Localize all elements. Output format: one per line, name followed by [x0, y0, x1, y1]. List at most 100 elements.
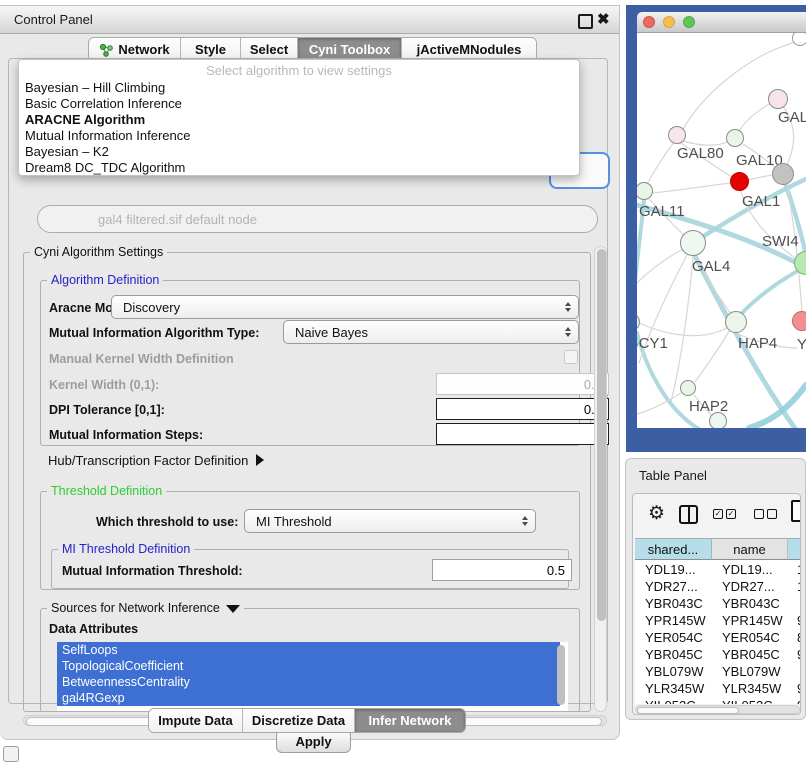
kernel-width-field[interactable] — [436, 373, 609, 395]
apply-label: Apply — [295, 734, 331, 749]
tab-label: Cyni Toolbox — [309, 42, 390, 57]
table-row[interactable]: YBL079WYBL079W — [637, 663, 801, 680]
dropdown-placeholder: Select algorithm to view settings — [19, 63, 579, 78]
sources-group: Sources for Network Inference Data Attri… — [40, 608, 580, 712]
node-label: HAP4 — [738, 335, 777, 352]
tab-label: Network — [118, 42, 169, 57]
expanded-arrow-icon — [226, 605, 240, 613]
dropdown-item[interactable]: Bayesian – K2 — [25, 144, 109, 160]
node-label: Y — [797, 336, 806, 353]
tab-discretize-data[interactable]: Discretize Data — [243, 709, 355, 732]
manual-kernel-checkbox[interactable] — [564, 350, 578, 364]
list-item[interactable]: TopologicalCoefficient — [57, 658, 560, 674]
network-node[interactable] — [792, 33, 806, 46]
hub-definition-label: Hub/Transcription Factor Definition — [48, 453, 248, 468]
column-header-shared[interactable]: shared... — [635, 538, 712, 560]
network-node[interactable] — [772, 163, 794, 185]
table-row[interactable]: YPR145WYPR145W9. — [637, 612, 801, 629]
float-window-icon[interactable] — [578, 14, 593, 29]
dropdown-item[interactable]: Mutual Information Inference — [25, 128, 190, 144]
tab-impute-data[interactable]: Impute Data — [149, 709, 243, 732]
network-node[interactable] — [792, 311, 806, 331]
dropdown-item[interactable]: Dream8 DC_TDC Algorithm — [25, 160, 185, 176]
split-columns-icon[interactable] — [679, 505, 698, 524]
close-traffic-light-icon[interactable] — [643, 16, 655, 28]
network-node[interactable] — [709, 412, 727, 428]
network-node[interactable] — [680, 230, 706, 256]
floating-panel-icon[interactable] — [3, 746, 19, 762]
mi-threshold-field[interactable] — [432, 559, 572, 581]
stepper-arrows-icon — [522, 516, 528, 526]
column-header-name[interactable]: name — [712, 538, 788, 560]
mi-steps-label: Mutual Information Steps: — [49, 428, 203, 442]
dropdown-item[interactable]: Basic Correlation Inference — [25, 96, 182, 112]
control-panel-titlebar: Control Panel ✖ — [0, 6, 619, 34]
network-canvas[interactable]: GALGAL80GAL10GAL1GAL11GAL4SWI4GCY1HAP4YH… — [637, 33, 806, 428]
list-item[interactable]: BetweennessCentrality — [57, 674, 560, 690]
list-item[interactable]: gal4RGexp — [57, 690, 560, 706]
group-title: MI Threshold Definition — [58, 542, 194, 556]
collapsed-arrow-icon — [256, 454, 264, 466]
cyni-algorithm-settings-group: Cyni Algorithm Settings Algorithm Defini… — [23, 252, 591, 712]
panel-title: Table Panel — [639, 468, 707, 483]
list-item[interactable]: SelfLoops — [57, 642, 560, 658]
minimize-traffic-light-icon[interactable] — [663, 16, 675, 28]
close-icon[interactable]: ✖ — [597, 10, 610, 28]
table-data-combo[interactable]: gal4 filtered.sif default node — [37, 205, 598, 233]
table-row[interactable]: YIL052CYIL052C9. — [637, 697, 801, 704]
combo-value: Discovery — [123, 300, 180, 315]
scrollbar-thumb[interactable] — [597, 249, 606, 621]
network-node[interactable] — [726, 129, 744, 147]
tab-label: Impute Data — [158, 713, 232, 728]
mi-steps-field[interactable] — [436, 423, 609, 445]
gear-icon[interactable]: ⚙ — [648, 502, 665, 525]
data-attributes-label: Data Attributes — [49, 622, 138, 636]
table-row[interactable]: YER054CYER054C8. — [637, 629, 801, 646]
bottom-tabstrip: Impute Data Discretize Data Infer Networ… — [148, 708, 466, 733]
column-header-label: name — [733, 542, 766, 557]
hub-definition-toggle[interactable]: Hub/Transcription Factor Definition — [48, 453, 264, 468]
node-label: GAL11 — [639, 203, 685, 220]
table-row[interactable]: YBR045CYBR045C9. — [637, 646, 801, 663]
aracne-mode-combo[interactable]: Discovery — [111, 295, 579, 319]
network-node[interactable] — [768, 89, 788, 109]
network-node[interactable] — [730, 172, 749, 191]
mi-threshold-label: Mutual Information Threshold: — [62, 564, 243, 578]
algorithm-dropdown: Select algorithm to view settings Bayesi… — [18, 59, 580, 176]
table-row[interactable]: YBR043CYBR043C — [637, 595, 801, 612]
zoom-traffic-light-icon[interactable] — [683, 16, 695, 28]
network-node[interactable] — [668, 126, 686, 144]
network-node[interactable] — [680, 380, 696, 396]
settings-vertical-scrollbar[interactable] — [594, 246, 607, 712]
network-window-titlebar[interactable] — [637, 12, 806, 33]
checked-checkbox-icon[interactable]: ✓ — [726, 509, 736, 519]
table-row[interactable]: YDR27...YDR27...12 — [637, 578, 801, 595]
mi-algorithm-type-combo[interactable]: Naive Bayes — [283, 320, 579, 344]
network-node[interactable] — [725, 311, 747, 333]
sources-title: Sources for Network Inference — [51, 601, 220, 615]
dpi-tolerance-label: DPI Tolerance [0,1]: — [49, 403, 165, 417]
sources-toggle[interactable]: Sources for Network Inference — [47, 601, 244, 615]
algorithm-definition-group: Algorithm Definition Aracne Mode: Discov… — [40, 280, 580, 446]
dropdown-item-selected[interactable]: ARACNE Algorithm — [25, 112, 145, 128]
group-title: Cyni Algorithm Settings — [30, 245, 167, 259]
unchecked-checkbox-icon[interactable] — [767, 509, 777, 519]
tab-infer-network[interactable]: Infer Network — [355, 709, 465, 732]
unchecked-checkbox-icon[interactable] — [754, 509, 764, 519]
table-row[interactable]: YDL19...YDL19...13 — [637, 561, 801, 578]
dropdown-item[interactable]: Bayesian – Hill Climbing — [25, 80, 165, 96]
which-threshold-combo[interactable]: MI Threshold — [244, 509, 536, 533]
scrollbar-thumb[interactable] — [637, 707, 739, 714]
checked-checkbox-icon[interactable]: ✓ — [713, 509, 723, 519]
dpi-tolerance-field[interactable] — [436, 398, 609, 420]
node-label: GAL — [778, 109, 806, 126]
column-header-partial[interactable]: A — [788, 538, 801, 560]
tab-label: Infer Network — [368, 713, 451, 728]
threshold-definition-group: Threshold Definition Which threshold to … — [40, 491, 580, 590]
table-horizontal-scrollbar[interactable] — [635, 705, 800, 714]
document-icon[interactable] — [791, 500, 801, 522]
stepper-arrows-icon — [565, 302, 571, 312]
list-scrollbar[interactable] — [557, 645, 565, 705]
table-row[interactable]: YLR345WYLR345W9. — [637, 680, 801, 697]
control-panel-window: Control Panel ✖ Network Style Select Cyn… — [0, 5, 620, 740]
